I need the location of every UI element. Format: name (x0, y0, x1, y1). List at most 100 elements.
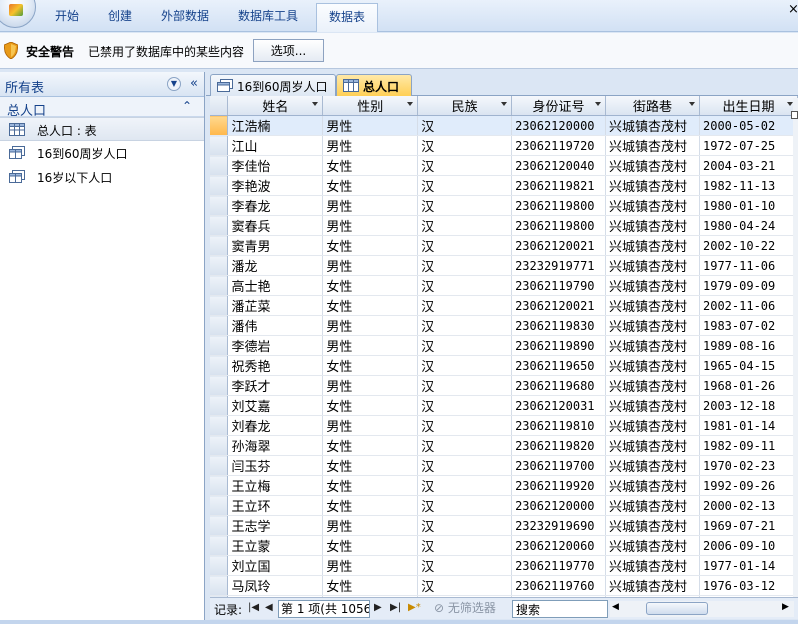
table-row[interactable]: 窦青男 女性汉 23062120021 兴城镇杏茂村 2002-10-22 (210, 235, 798, 256)
table-cell[interactable]: 男性 (322, 115, 419, 136)
chevron-up-icon[interactable]: ⌃ (182, 99, 192, 113)
record-selector[interactable] (210, 215, 229, 236)
table-cell[interactable]: 23062119821 (511, 175, 607, 196)
table-cell[interactable]: 潘龙 (227, 255, 324, 276)
table-cell[interactable]: 汉 (417, 395, 513, 416)
table-cell[interactable]: 兴城镇杏茂村 (605, 395, 700, 416)
record-selector[interactable] (210, 535, 229, 556)
table-cell[interactable]: 兴城镇杏茂村 (605, 335, 700, 356)
table-cell[interactable]: 兴城镇杏茂村 (605, 555, 700, 576)
table-cell[interactable]: 窦春兵 (227, 215, 324, 236)
table-cell[interactable]: 23062119800 (511, 215, 607, 236)
table-cell[interactable]: 1977-11-06 (699, 255, 798, 276)
table-cell[interactable]: 李佳怡 (227, 155, 324, 176)
record-selector[interactable] (210, 515, 229, 536)
table-row[interactable]: 江山 男性汉 23062119720 兴城镇杏茂村 1972-07-25 (210, 135, 798, 156)
table-cell[interactable]: 男性 (322, 215, 419, 236)
table-cell[interactable]: 23062119810 (511, 415, 607, 436)
table-row[interactable]: 马凤玲 女性汉 23062119760 兴城镇杏茂村 1976-03-12 (210, 575, 798, 596)
table-cell[interactable]: 窦青男 (227, 235, 324, 256)
table-cell[interactable]: 江山 (227, 135, 324, 156)
table-cell[interactable]: 汉 (417, 455, 513, 476)
table-cell[interactable]: 李跃才 (227, 375, 324, 396)
record-selector[interactable] (210, 415, 229, 436)
record-selector[interactable] (210, 235, 229, 256)
table-cell[interactable]: 男性 (322, 415, 419, 436)
table-cell[interactable]: 兴城镇杏茂村 (605, 575, 700, 596)
record-selector[interactable] (210, 135, 229, 156)
table-cell[interactable]: 兴城镇杏茂村 (605, 415, 700, 436)
table-cell[interactable]: 王立蒙 (227, 535, 324, 556)
record-selector[interactable] (210, 195, 229, 216)
table-cell[interactable]: 刘艾嘉 (227, 395, 324, 416)
table-cell[interactable]: 兴城镇杏茂村 (605, 475, 700, 496)
table-cell[interactable]: 2000-05-02 (699, 115, 798, 136)
record-selector[interactable] (210, 155, 229, 176)
ribbon-tab-create[interactable]: 创建 (108, 6, 132, 28)
table-cell[interactable]: 兴城镇杏茂村 (605, 135, 700, 156)
table-cell[interactable]: 汉 (417, 275, 513, 296)
security-options-button[interactable]: 选项... (253, 39, 324, 62)
table-cell[interactable]: 汉 (417, 135, 513, 156)
nav-item-total-population-table[interactable]: 总人口 : 表 (0, 117, 204, 141)
table-row[interactable]: 潘芷菜 女性汉 23062120021 兴城镇杏茂村 2002-11-06 (210, 295, 798, 316)
table-cell[interactable]: 王志学 (227, 515, 324, 536)
table-cell[interactable]: 23232919690 (511, 515, 607, 536)
table-cell[interactable]: 23062119890 (511, 335, 607, 356)
table-row[interactable]: 李春龙 男性汉 23062119800 兴城镇杏茂村 1980-01-10 (210, 195, 798, 216)
search-input[interactable] (512, 600, 608, 618)
table-cell[interactable]: 女性 (322, 235, 419, 256)
table-cell[interactable]: 2000-02-13 (699, 495, 798, 516)
table-cell[interactable]: 兴城镇杏茂村 (605, 375, 700, 396)
table-cell[interactable]: 汉 (417, 415, 513, 436)
new-record-icon[interactable]: ▶* (408, 602, 421, 613)
table-cell[interactable]: 兴城镇杏茂村 (605, 355, 700, 376)
current-record-field[interactable]: 第 1 项(共 1056 (278, 600, 370, 618)
table-cell[interactable]: 23062120031 (511, 395, 607, 416)
nav-item-query-16-60[interactable]: 16到60周岁人口 (0, 141, 204, 165)
table-cell[interactable]: 汉 (417, 235, 513, 256)
last-record-icon[interactable]: ▶| (390, 602, 401, 613)
table-row[interactable]: 李艳波 女性汉 23062119821 兴城镇杏茂村 1982-11-13 (210, 175, 798, 196)
column-header[interactable]: 出生日期 (699, 96, 798, 116)
table-cell[interactable]: 孙海翠 (227, 435, 324, 456)
table-cell[interactable]: 兴城镇杏茂村 (605, 255, 700, 276)
office-button[interactable] (0, 0, 36, 28)
table-cell[interactable]: 女性 (322, 475, 419, 496)
table-cell[interactable]: 23062120060 (511, 535, 607, 556)
nav-pane-header[interactable]: 所有表 ▼ « (0, 72, 204, 97)
next-record-icon[interactable]: ▶ (374, 602, 382, 613)
table-row[interactable]: 王立梅 女性汉 23062119920 兴城镇杏茂村 1992-09-26 (210, 475, 798, 496)
table-cell[interactable]: 汉 (417, 535, 513, 556)
table-row[interactable]: 李佳怡 女性汉 23062120040 兴城镇杏茂村 2004-03-21 (210, 155, 798, 176)
table-cell[interactable]: 23062119680 (511, 375, 607, 396)
table-cell[interactable]: 汉 (417, 495, 513, 516)
horizontal-scroll-thumb[interactable] (646, 602, 708, 615)
table-cell[interactable]: 闫玉芬 (227, 455, 324, 476)
table-cell[interactable]: 祝秀艳 (227, 355, 324, 376)
record-selector[interactable] (210, 575, 229, 596)
table-cell[interactable]: 汉 (417, 195, 513, 216)
horizontal-scrollbar[interactable]: ◀ ▶ (610, 601, 794, 617)
record-selector[interactable] (210, 175, 229, 196)
table-cell[interactable]: 女性 (322, 295, 419, 316)
table-cell[interactable]: 兴城镇杏茂村 (605, 535, 700, 556)
table-cell[interactable]: 兴城镇杏茂村 (605, 175, 700, 196)
table-cell[interactable]: 兴城镇杏茂村 (605, 195, 700, 216)
table-cell[interactable]: 2003-12-18 (699, 395, 798, 416)
table-cell[interactable]: 1976-03-12 (699, 575, 798, 596)
table-cell[interactable]: 兴城镇杏茂村 (605, 515, 700, 536)
filter-status[interactable]: ⊘ 无筛选器 (430, 600, 512, 618)
table-cell[interactable]: 兴城镇杏茂村 (605, 235, 700, 256)
record-selector[interactable] (210, 475, 229, 496)
table-cell[interactable]: 李春龙 (227, 195, 324, 216)
table-cell[interactable]: 汉 (417, 295, 513, 316)
nav-group-header[interactable]: 总人口 ⌃ (0, 97, 204, 119)
first-record-icon[interactable]: |◀ (248, 602, 259, 613)
record-selector[interactable] (210, 355, 229, 376)
table-row[interactable]: 高士艳 女性汉 23062119790 兴城镇杏茂村 1979-09-09 (210, 275, 798, 296)
table-cell[interactable]: 1972-07-25 (699, 135, 798, 156)
table-cell[interactable]: 1983-07-02 (699, 315, 798, 336)
table-row[interactable]: 刘艾嘉 女性汉 23062120031 兴城镇杏茂村 2003-12-18 (210, 395, 798, 416)
table-row[interactable]: 潘龙 男性汉 23232919771 兴城镇杏茂村 1977-11-06 (210, 255, 798, 276)
